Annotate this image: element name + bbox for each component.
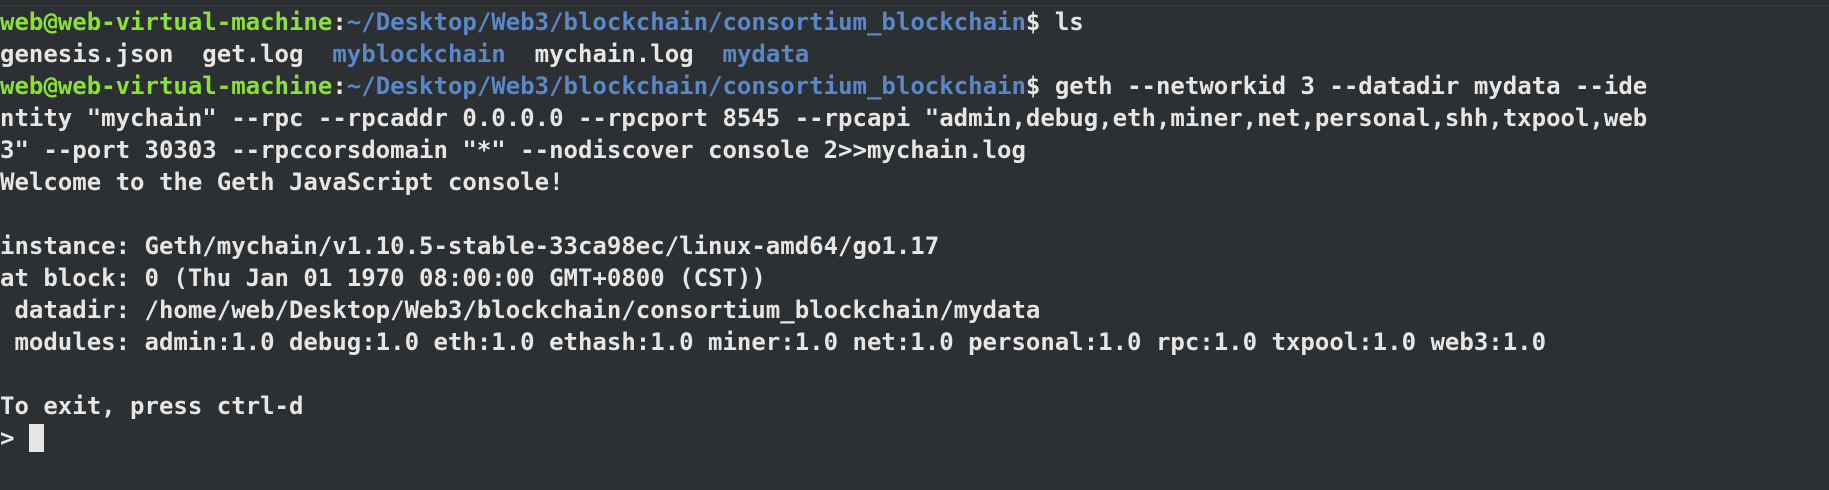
- directory-entry: myblockchain: [332, 40, 506, 68]
- prompt-symbol: $: [1025, 8, 1055, 36]
- text-cursor[interactable]: [28, 424, 44, 452]
- console-datadir: datadir: /home/web/Desktop/Web3/blockcha…: [0, 296, 1041, 324]
- file-entry: mychain.log: [534, 40, 694, 68]
- prompt-symbol: $: [1025, 72, 1055, 100]
- console-exit-hint: To exit, press ctrl-d: [0, 392, 304, 420]
- console-modules: modules: admin:1.0 debug:1.0 eth:1.0 eth…: [0, 328, 1547, 356]
- command-geth-wrap-1: ntity "mychain" --rpc --rpcaddr 0.0.0.0 …: [0, 104, 1648, 132]
- prompt-separator: :: [332, 8, 347, 36]
- prompt-user: web@web-virtual-machine: [0, 8, 333, 36]
- prompt-path: ~/Desktop/Web3/blockchain/consortium_blo…: [346, 72, 1026, 100]
- command-geth-wrap-2: 3" --port 30303 --rpccorsdomain "*" --no…: [0, 136, 1026, 164]
- command-geth-part1: geth --networkid 3 --datadir mydata --id…: [1054, 72, 1648, 100]
- command-ls: ls: [1054, 8, 1084, 36]
- file-entry: get.log: [202, 40, 304, 68]
- file-entry: genesis.json: [0, 40, 174, 68]
- console-welcome: Welcome to the Geth JavaScript console!: [0, 168, 564, 196]
- prompt-line-ls: web@web-virtual-machine:~/Desktop/Web3/b…: [0, 6, 1829, 38]
- prompt-separator: :: [332, 72, 347, 100]
- prompt-user: web@web-virtual-machine: [0, 72, 333, 100]
- terminal-window[interactable]: web@web-virtual-machine:~/Desktop/Web3/b…: [0, 5, 1829, 490]
- prompt-path: ~/Desktop/Web3/blockchain/consortium_blo…: [346, 8, 1026, 36]
- console-input-line[interactable]: >: [0, 422, 1829, 454]
- prompt-line-geth: web@web-virtual-machine:~/Desktop/Web3/b…: [0, 70, 1829, 102]
- ls-output-line: genesis.json get.log myblockchain mychai…: [0, 38, 1829, 70]
- console-block: at block: 0 (Thu Jan 01 1970 08:00:00 GM…: [0, 264, 766, 292]
- console-prompt-symbol: >: [0, 424, 29, 452]
- console-instance: instance: Geth/mychain/v1.10.5-stable-33…: [0, 232, 940, 260]
- directory-entry: mydata: [722, 40, 810, 68]
